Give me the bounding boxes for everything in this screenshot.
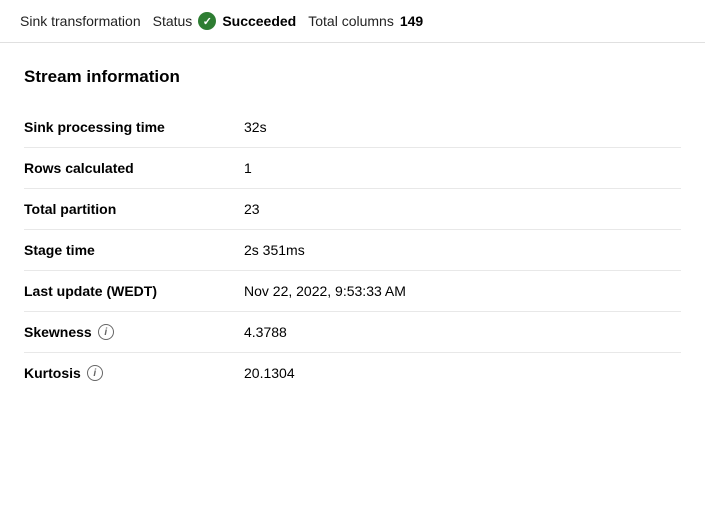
main-content: Stream information Sink processing time 3… bbox=[0, 43, 705, 417]
info-value-cell: 4.3788 bbox=[244, 312, 681, 353]
info-key-cell: Skewness i bbox=[24, 312, 244, 353]
info-key-cell: Sink processing time bbox=[24, 107, 244, 148]
info-value-cell: 20.1304 bbox=[244, 353, 681, 394]
info-key-cell: Kurtosis i bbox=[24, 353, 244, 394]
row-key-label: Last update (WEDT) bbox=[24, 283, 157, 299]
table-row: Skewness i 4.3788 bbox=[24, 312, 681, 353]
table-row: Stage time 2s 351ms bbox=[24, 230, 681, 271]
row-key-label: Sink processing time bbox=[24, 119, 165, 135]
info-value-cell: 2s 351ms bbox=[244, 230, 681, 271]
info-table: Sink processing time32sRows calculated1T… bbox=[24, 107, 681, 393]
info-value-cell: 23 bbox=[244, 189, 681, 230]
status-check-icon: ✓ bbox=[198, 12, 216, 30]
info-key-cell: Total partition bbox=[24, 189, 244, 230]
info-value-cell: 1 bbox=[244, 148, 681, 189]
info-icon[interactable]: i bbox=[98, 324, 114, 340]
table-row: Total partition 23 bbox=[24, 189, 681, 230]
status-label: Status bbox=[153, 13, 193, 29]
table-row: Last update (WEDT) Nov 22, 2022, 9:53:33 … bbox=[24, 271, 681, 312]
info-key-cell: Last update (WEDT) bbox=[24, 271, 244, 312]
section-title: Stream information bbox=[24, 67, 681, 87]
row-key-label: Total partition bbox=[24, 201, 116, 217]
total-columns-value: 149 bbox=[400, 13, 423, 29]
header: Sink transformation Status ✓ Succeeded T… bbox=[0, 0, 705, 43]
sink-transformation-label: Sink transformation bbox=[20, 13, 141, 29]
info-icon[interactable]: i bbox=[87, 365, 103, 381]
info-value-cell: 32s bbox=[244, 107, 681, 148]
row-key-label: Kurtosis bbox=[24, 365, 81, 381]
row-key-label: Stage time bbox=[24, 242, 95, 258]
status-item: Status ✓ Succeeded bbox=[153, 12, 297, 30]
table-row: Sink processing time 32s bbox=[24, 107, 681, 148]
total-columns-label: Total columns bbox=[308, 13, 394, 29]
info-value-cell: Nov 22, 2022, 9:53:33 AM bbox=[244, 271, 681, 312]
row-key-label: Rows calculated bbox=[24, 160, 134, 176]
info-key-cell: Rows calculated bbox=[24, 148, 244, 189]
status-value: Succeeded bbox=[222, 13, 296, 29]
total-columns-item: Total columns 149 bbox=[308, 13, 423, 29]
row-key-label: Skewness bbox=[24, 324, 92, 340]
info-key-cell: Stage time bbox=[24, 230, 244, 271]
table-row: Rows calculated 1 bbox=[24, 148, 681, 189]
table-row: Kurtosis i 20.1304 bbox=[24, 353, 681, 394]
